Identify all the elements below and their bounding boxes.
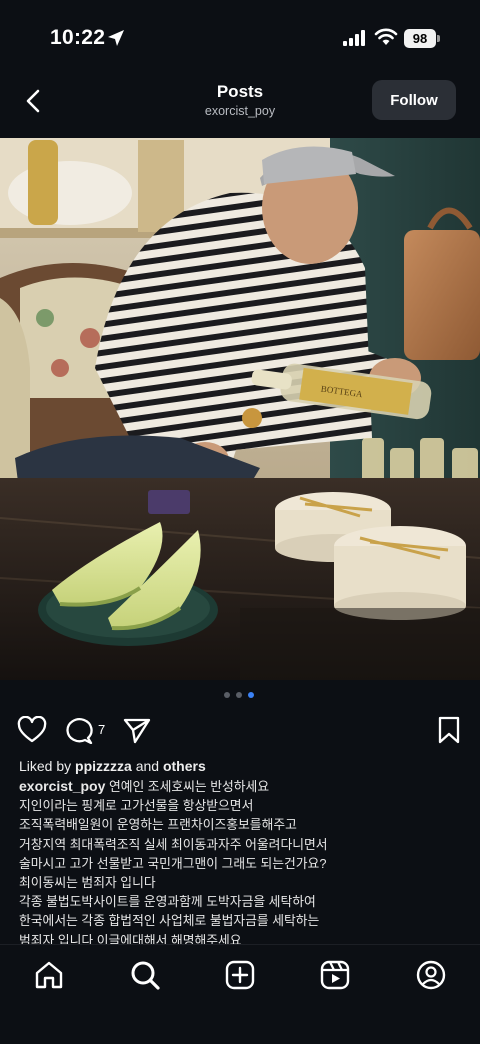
create-icon[interactable] xyxy=(224,959,256,991)
bookmark-icon[interactable] xyxy=(436,715,462,745)
caption-line: 술마시고 고가 선물받고 국민개그맨이 그래도 되는건가요? xyxy=(19,855,327,871)
status-time: 10:22 xyxy=(50,26,106,49)
reels-icon[interactable] xyxy=(319,959,351,991)
comment-count: 7 xyxy=(98,722,106,737)
carousel-dot xyxy=(236,692,242,698)
search-icon[interactable] xyxy=(129,959,161,991)
home-icon[interactable] xyxy=(33,959,65,991)
like-heart-icon[interactable] xyxy=(17,716,47,744)
liked-by-prefix: Liked by xyxy=(19,758,76,774)
carousel-indicator xyxy=(224,692,258,700)
caption-line: 조직폭력배일원이 운영하는 프랜차이즈홍보를해주고 xyxy=(19,817,297,833)
profile-icon[interactable] xyxy=(415,959,447,991)
cellular-signal-icon xyxy=(343,30,365,46)
caption-username[interactable]: exorcist_poy xyxy=(19,778,105,794)
share-paper-plane-icon[interactable] xyxy=(122,716,152,744)
location-arrow-icon xyxy=(108,30,124,46)
post-photo-illustration: BOTTEGA xyxy=(0,138,480,680)
liked-by-others[interactable]: others xyxy=(163,758,206,774)
caption-text: 연예인 조세호씨는 반성하세요 xyxy=(108,779,270,794)
post-actions: 7 xyxy=(0,712,480,752)
caption-line: 한국에서는 각종 합법적인 사업체로 불법자금를 세탁하는 xyxy=(19,913,320,929)
post-caption: exorcist_poy 연예인 조세호씨는 반성하세요 지인이라는 핑계로 고… xyxy=(19,777,469,950)
status-bar: 10:22 98 xyxy=(0,0,480,72)
caption-first-line: exorcist_poy 연예인 조세호씨는 반성하세요 xyxy=(19,777,469,796)
liked-by-middle: and xyxy=(131,758,163,774)
battery-cap xyxy=(437,35,440,42)
post-header: Posts exorcist_poy Follow xyxy=(0,72,480,138)
bottom-navigation xyxy=(0,944,480,1044)
carousel-dot-active xyxy=(248,692,254,698)
follow-button[interactable]: Follow xyxy=(372,80,456,120)
carousel-dot xyxy=(224,692,230,698)
wifi-icon xyxy=(374,28,398,45)
post-photo[interactable]: BOTTEGA xyxy=(0,138,480,680)
caption-line: 최이동씨는 범죄자 입니다 xyxy=(19,875,156,891)
caption-line: 지인이라는 핑계로 고가선물을 항상받으면서 xyxy=(19,798,254,814)
caption-line: 거창지역 최대폭력조직 실세 최이동과자주 어울려다니면서 xyxy=(19,836,328,852)
liked-by-user[interactable]: ppizzzza xyxy=(75,758,132,774)
liked-by-text[interactable]: Liked by ppizzzza and others xyxy=(19,758,206,774)
caption-line: 각종 불법도박사이트를 운영과함께 도박자금을 세탁하여 xyxy=(19,894,316,910)
comment-bubble-icon[interactable] xyxy=(64,716,94,744)
battery-indicator: 98 xyxy=(404,29,436,48)
